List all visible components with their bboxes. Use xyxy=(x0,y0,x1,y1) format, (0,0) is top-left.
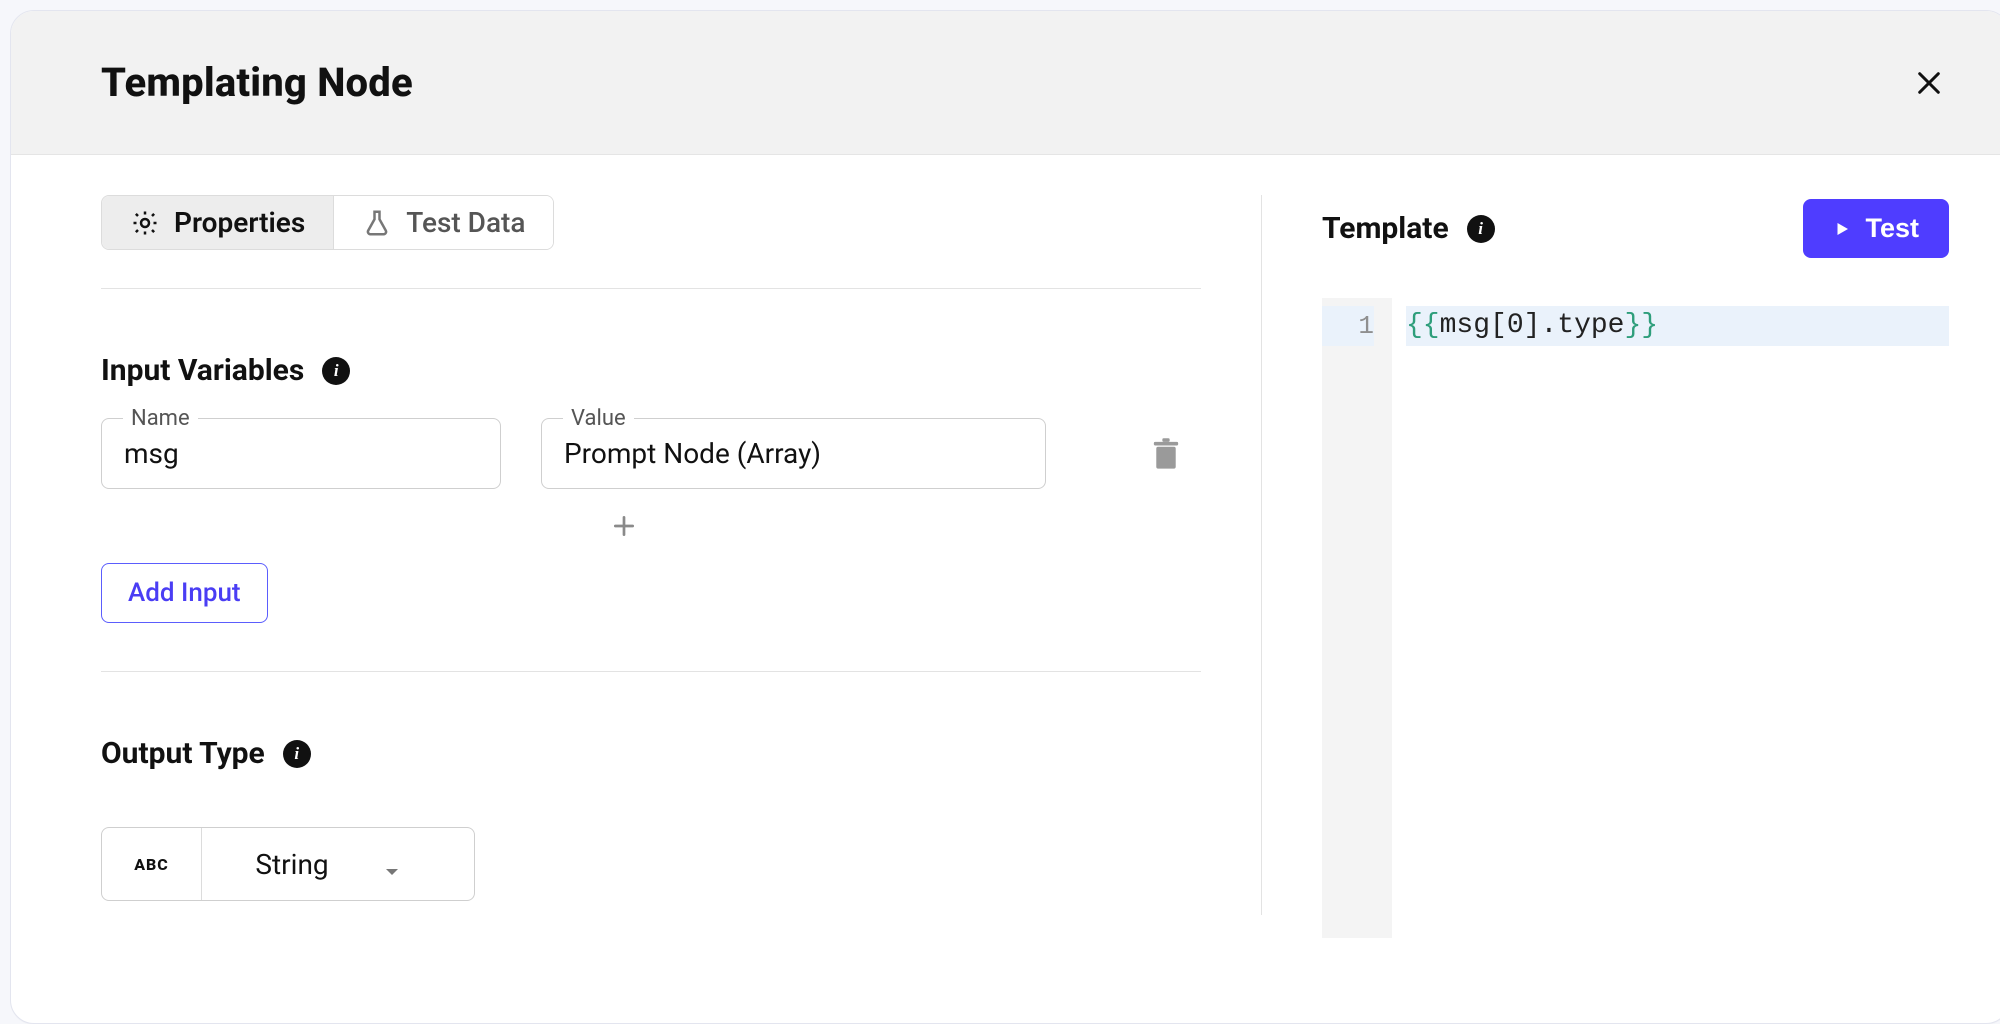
templating-node-dialog: Templating Node Properties xyxy=(10,10,2000,1024)
name-field-label: Name xyxy=(123,406,198,431)
input-variables-header: Input Variables i xyxy=(101,353,1201,388)
close-button[interactable] xyxy=(1909,63,1949,103)
editor-code[interactable]: {{msg[0].type}} xyxy=(1392,298,1949,938)
flask-icon xyxy=(362,208,392,238)
dialog-title: Templating Node xyxy=(101,59,413,106)
test-button[interactable]: Test xyxy=(1803,199,1949,258)
editor-gutter: 1 xyxy=(1322,298,1392,938)
tab-properties[interactable]: Properties xyxy=(102,196,334,249)
abc-icon: ABC xyxy=(102,828,202,900)
output-type-select[interactable]: ABC String xyxy=(101,827,475,901)
output-type-value: String xyxy=(255,848,328,881)
value-field-label: Value xyxy=(563,406,634,431)
template-title: Template xyxy=(1322,211,1449,246)
delete-row-button[interactable] xyxy=(1151,437,1181,471)
info-icon[interactable]: i xyxy=(1467,215,1495,243)
chevron-down-icon xyxy=(383,855,401,873)
input-variables-title: Input Variables xyxy=(101,353,304,388)
input-variable-row: Name msg Value Prompt Node (Array) xyxy=(101,418,1201,489)
info-icon[interactable]: i xyxy=(283,740,311,768)
properties-panel: Properties Test Data Input Variables i xyxy=(101,195,1201,1023)
tab-test-data-label: Test Data xyxy=(406,206,525,239)
plus-icon xyxy=(611,513,637,539)
divider xyxy=(101,671,1201,672)
dialog-titlebar: Templating Node xyxy=(11,11,2000,155)
add-row-inline-button[interactable] xyxy=(611,513,637,539)
test-button-label: Test xyxy=(1865,213,1919,244)
trash-icon xyxy=(1151,437,1181,471)
tab-bar: Properties Test Data xyxy=(101,195,554,250)
gear-icon xyxy=(130,208,160,238)
play-icon xyxy=(1833,220,1851,238)
close-icon xyxy=(1915,69,1943,97)
add-input-button[interactable]: Add Input xyxy=(101,563,268,623)
info-icon[interactable]: i xyxy=(322,357,350,385)
output-type-title: Output Type xyxy=(101,736,265,771)
add-input-label: Add Input xyxy=(128,578,241,608)
output-type-header: Output Type i xyxy=(101,736,1201,771)
template-editor[interactable]: 1 {{msg[0].type}} xyxy=(1322,298,1949,938)
divider xyxy=(101,288,1201,289)
vertical-divider xyxy=(1261,195,1262,915)
line-number: 1 xyxy=(1322,306,1374,346)
code-line: {{msg[0].type}} xyxy=(1406,306,1949,346)
template-panel: Template i Test 1 {{msg[0].type}} xyxy=(1322,195,1949,1023)
tab-test-data[interactable]: Test Data xyxy=(334,196,553,249)
tab-properties-label: Properties xyxy=(174,206,305,239)
